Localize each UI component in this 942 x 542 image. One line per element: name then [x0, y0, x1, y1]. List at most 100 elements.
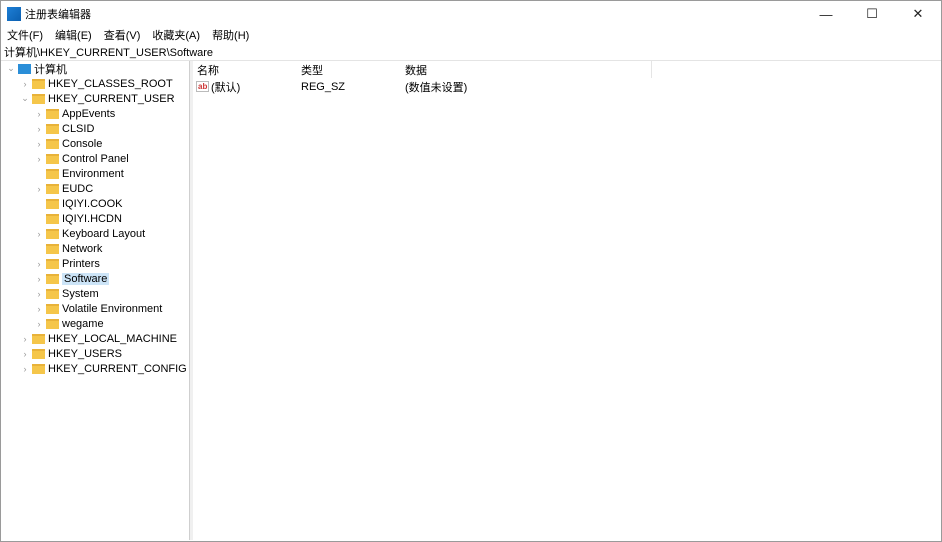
tree-label: HKEY_LOCAL_MACHINE: [48, 332, 177, 345]
tree-node-hive[interactable]: › HKEY_CURRENT_CONFIG: [20, 361, 187, 376]
tree-node-key[interactable]: › Volatile Environment: [34, 301, 163, 316]
tree-label: System: [62, 287, 99, 300]
tree-node-key[interactable]: › Control Panel: [34, 151, 129, 166]
chevron-right-icon[interactable]: ›: [34, 304, 44, 314]
folder-icon: [46, 183, 59, 194]
folder-icon: [46, 138, 59, 149]
tree-label: HKEY_CLASSES_ROOT: [48, 77, 173, 90]
chevron-right-icon[interactable]: ›: [34, 154, 44, 164]
folder-icon: [32, 93, 45, 104]
menu-bar: 文件(F) 编辑(E) 查看(V) 收藏夹(A) 帮助(H): [1, 27, 941, 43]
tree-label: EUDC: [62, 182, 94, 195]
value-name: (默认): [211, 81, 241, 94]
folder-icon: [46, 228, 59, 239]
tree-node-hive[interactable]: › HKEY_CLASSES_ROOT: [20, 76, 173, 91]
tree-label: CLSID: [62, 122, 95, 135]
folder-icon: [46, 318, 59, 329]
registry-tree[interactable]: ⌄ 计算机 › HKEY_CLASSES_ROOT ⌄ HKEY_CURRENT_USER…: [2, 61, 190, 540]
tree-label: wegame: [62, 317, 104, 330]
chevron-right-icon[interactable]: ›: [34, 319, 44, 329]
tree-label: Network: [62, 242, 103, 255]
column-data[interactable]: 数据: [405, 62, 427, 78]
folder-icon: [46, 108, 59, 119]
column-type[interactable]: 类型: [301, 62, 323, 78]
string-value-icon: ab: [196, 81, 210, 92]
chevron-right-icon[interactable]: ›: [20, 334, 30, 344]
menu-view[interactable]: 查看(V): [104, 27, 141, 43]
tree-label: Control Panel: [62, 152, 129, 165]
chevron-right-icon[interactable]: ›: [20, 79, 30, 89]
tree-label: HKEY_CURRENT_CONFIG: [48, 362, 187, 375]
tree-node-computer[interactable]: ⌄ 计算机: [6, 61, 67, 76]
chevron-right-icon[interactable]: ›: [34, 259, 44, 269]
tree-node-key[interactable]: › Keyboard Layout: [34, 226, 146, 241]
tree-node-key[interactable]: › System: [34, 286, 99, 301]
tree-label: IQIYI.COOK: [62, 197, 123, 210]
folder-icon: [46, 273, 59, 284]
tree-node-key[interactable]: Network: [34, 241, 102, 256]
folder-icon: [32, 363, 45, 374]
regedit-icon: [7, 7, 21, 21]
chevron-down-icon[interactable]: ⌄: [6, 63, 16, 74]
tree-label: 计算机: [34, 63, 67, 76]
chevron-right-icon[interactable]: ›: [20, 364, 30, 374]
value-data: (数值未设置): [405, 81, 468, 94]
folder-icon: [46, 288, 59, 299]
chevron-right-icon[interactable]: ›: [34, 289, 44, 299]
menu-help[interactable]: 帮助(H): [212, 27, 249, 43]
values-list[interactable]: 名称 类型 数据 ab (默认) REG_SZ (数值未设置): [193, 61, 940, 540]
chevron-right-icon[interactable]: ›: [34, 229, 44, 239]
address-bar[interactable]: 计算机\HKEY_CURRENT_USER\Software: [1, 43, 941, 61]
value-row[interactable]: ab (默认) REG_SZ (数值未设置): [193, 78, 940, 95]
folder-icon: [46, 258, 59, 269]
close-button[interactable]: ✕: [895, 1, 941, 27]
tree-node-key[interactable]: Environment: [34, 166, 124, 181]
menu-favorites[interactable]: 收藏夹(A): [152, 27, 200, 43]
column-name[interactable]: 名称: [197, 62, 219, 78]
tree-label: Environment: [62, 167, 124, 180]
tree-node-hive[interactable]: ⌄ HKEY_CURRENT_USER: [20, 91, 175, 106]
chevron-right-icon[interactable]: ›: [20, 349, 30, 359]
chevron-down-icon[interactable]: ⌄: [20, 93, 30, 104]
tree-node-key[interactable]: › EUDC: [34, 181, 94, 196]
column-headers: 名称 类型 数据: [193, 61, 940, 78]
tree-node-hive[interactable]: › HKEY_USERS: [20, 346, 122, 361]
menu-edit[interactable]: 编辑(E): [55, 27, 92, 43]
folder-icon: [46, 213, 59, 224]
tree-label: IQIYI.HCDN: [62, 212, 122, 225]
chevron-right-icon[interactable]: ›: [34, 124, 44, 134]
tree-node-key[interactable]: IQIYI.COOK: [34, 196, 123, 211]
tree-label: Volatile Environment: [62, 302, 163, 315]
folder-icon: [32, 78, 45, 89]
chevron-right-icon[interactable]: ›: [34, 274, 44, 284]
computer-icon: [18, 63, 31, 74]
tree-node-key[interactable]: › Console: [34, 136, 103, 151]
tree-node-hive[interactable]: › HKEY_LOCAL_MACHINE: [20, 331, 178, 346]
tree-node-key[interactable]: › CLSID: [34, 121, 95, 136]
folder-icon: [46, 243, 59, 254]
tree-label: HKEY_CURRENT_USER: [48, 92, 175, 105]
menu-file[interactable]: 文件(F): [7, 27, 43, 43]
folder-icon: [46, 153, 59, 164]
value-type: REG_SZ: [301, 80, 346, 93]
tree-label: Software: [62, 272, 110, 285]
tree-node-key[interactable]: › Software: [34, 271, 110, 286]
chevron-right-icon[interactable]: ›: [34, 139, 44, 149]
folder-icon: [46, 198, 59, 209]
tree-label: HKEY_USERS: [48, 347, 122, 360]
chevron-right-icon[interactable]: ›: [34, 184, 44, 194]
folder-icon: [32, 348, 45, 359]
tree-node-key[interactable]: › wegame: [34, 316, 104, 331]
tree-node-key[interactable]: IQIYI.HCDN: [34, 211, 122, 226]
maximize-button[interactable]: ☐: [849, 1, 895, 27]
folder-icon: [32, 333, 45, 344]
folder-icon: [46, 123, 59, 134]
folder-icon: [46, 303, 59, 314]
tree-node-key[interactable]: › AppEvents: [34, 106, 116, 121]
tree-node-key[interactable]: › Printers: [34, 256, 100, 271]
minimize-button[interactable]: —: [803, 1, 849, 27]
tree-label: Keyboard Layout: [62, 227, 146, 240]
tree-label: Printers: [62, 257, 100, 270]
chevron-right-icon[interactable]: ›: [34, 109, 44, 119]
window-title: 注册表编辑器: [25, 9, 91, 21]
